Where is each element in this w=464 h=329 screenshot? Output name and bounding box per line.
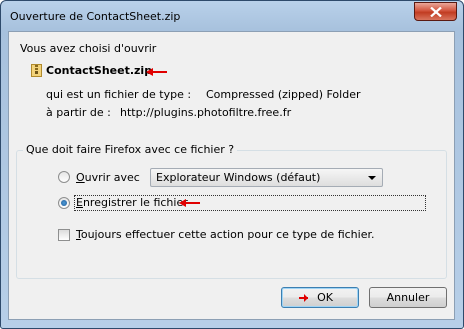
close-x-icon [430,7,442,17]
source-label: à partir de : [46,106,111,119]
type-label: qui est un fichier de type : [46,88,192,101]
open-with-radio[interactable] [58,171,70,183]
cancel-button[interactable]: Annuler [369,287,447,308]
download-dialog-window: Ouverture de ContactSheet.zip Vous avez … [0,0,464,329]
open-with-selected: Explorateur Windows (défaut) [156,171,321,184]
title-bar[interactable]: Ouverture de ContactSheet.zip [1,1,463,31]
save-file-label[interactable]: Enregistrer le fichier [76,196,188,209]
intro-text: Vous avez choisi d'ouvrir [20,42,157,55]
red-arrow-icon [146,68,167,76]
ok-label: OK [317,291,333,304]
save-file-radio[interactable] [58,197,70,209]
open-with-select[interactable]: Explorateur Windows (défaut) [150,168,383,187]
dialog-body: Vous avez choisi d'ouvrir ContactSheet.z… [8,31,455,320]
zip-file-icon [31,64,42,77]
type-value: Compressed (zipped) Folder [206,88,361,101]
chevron-down-icon [368,176,376,180]
always-checkbox[interactable] [58,229,70,241]
always-label[interactable]: Toujours effectuer cette action pour ce … [76,228,374,241]
ok-button[interactable]: OK [281,287,359,308]
open-with-label[interactable]: Ouvrir avec [76,171,140,184]
window-title: Ouverture de ContactSheet.zip [10,10,181,23]
file-name: ContactSheet.zip [46,64,153,77]
cancel-label: Annuler [386,291,430,304]
source-value: http://plugins.photofiltre.free.fr [120,106,292,119]
action-question: Que doit faire Firefox avec ce fichier ? [23,143,238,156]
red-arrow-icon [179,199,200,207]
red-arrow-icon [299,294,308,302]
close-button[interactable] [414,2,457,21]
